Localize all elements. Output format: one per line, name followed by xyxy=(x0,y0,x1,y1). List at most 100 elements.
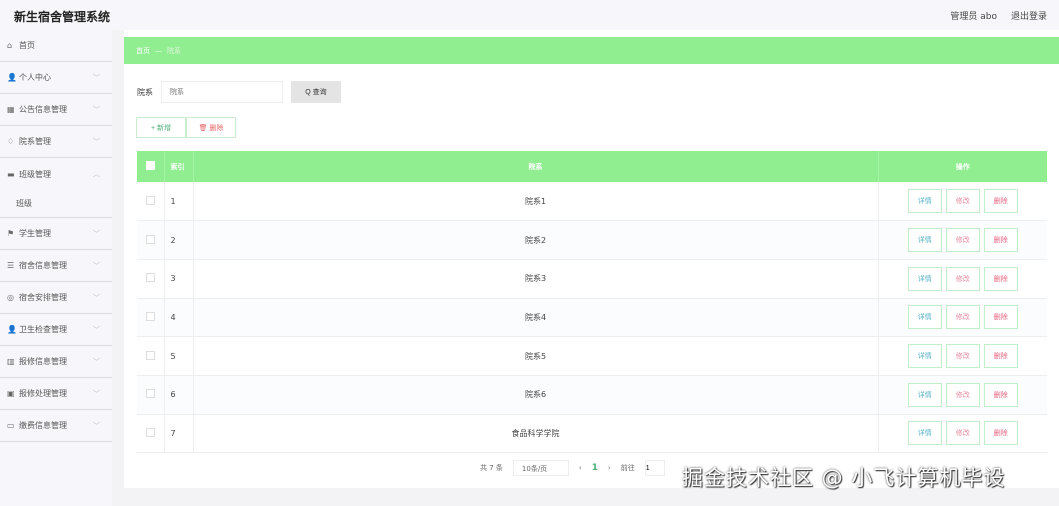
col-index: 索引 xyxy=(164,151,194,182)
add-button[interactable]: + 新增 xyxy=(136,117,186,138)
sidebar-item-label: 个人中心 xyxy=(19,73,51,82)
total-count: 共 7 条 xyxy=(480,464,503,472)
table-row: 3 院系3 详情 修改 删除 xyxy=(137,259,1047,299)
row-checkbox[interactable] xyxy=(145,427,155,437)
page-1[interactable]: 1 xyxy=(592,463,598,473)
table-row: 6 院系6 详情 修改 删除 xyxy=(137,375,1047,415)
delete-button[interactable]: 删除 xyxy=(983,228,1018,253)
department-table: 索引 院系 操作 1 院系1 详情 修改 删除 2 院系2 详情 修改 删除 3 院系3… xyxy=(137,151,1047,454)
table-row: 7 食品科学学院 详情 修改 删除 xyxy=(137,414,1047,454)
row-index: 4 xyxy=(163,298,193,338)
sidebar-item[interactable]: ☰ 宿舍信息管理 ﹀ xyxy=(0,250,112,282)
delete-button[interactable]: 删除 xyxy=(983,344,1018,369)
sidebar-item[interactable]: ◎ 宿舍安排管理 ﹀ xyxy=(0,282,112,314)
delete-button[interactable]: 删除 xyxy=(983,305,1018,330)
delete-button[interactable]: 删除 xyxy=(983,266,1018,291)
main-area: 首页 — 院系 院系 Q 查询 + 新增 🗑 删除 索引 院系 操作 1 院系1… xyxy=(112,30,1059,506)
row-department: 食品科学学院 xyxy=(192,414,878,454)
row-index: 3 xyxy=(163,259,193,299)
query-button[interactable]: Q 查询 xyxy=(291,81,341,103)
detail-button[interactable]: 详情 xyxy=(907,344,942,369)
row-checkbox[interactable] xyxy=(145,234,155,244)
row-checkbox[interactable] xyxy=(145,311,155,321)
row-checkbox[interactable] xyxy=(145,350,155,360)
chevron-down-icon: ﹀ xyxy=(93,73,100,82)
chevron-down-icon: ﹀ xyxy=(93,293,100,302)
breadcrumb: 首页 — 院系 xyxy=(124,37,1059,64)
sidebar-item[interactable]: ▭ 缴费信息管理 ﹀ xyxy=(0,410,112,442)
detail-button[interactable]: 详情 xyxy=(907,266,942,291)
chevron-down-icon: ﹀ xyxy=(93,229,100,238)
detail-button[interactable]: 详情 xyxy=(907,382,942,407)
chevron-down-icon: ﹀ xyxy=(93,261,100,270)
col-department[interactable]: 院系 xyxy=(193,151,879,182)
department-search-input[interactable] xyxy=(161,81,283,103)
chevron-down-icon: ﹀ xyxy=(93,357,100,366)
watermark: 掘金技术社区 @ 小飞计算机毕设 xyxy=(682,466,1006,490)
row-checkbox[interactable] xyxy=(145,273,155,283)
row-department: 院系4 xyxy=(192,298,878,338)
select-all-checkbox[interactable] xyxy=(145,161,155,170)
sidebar-item[interactable]: ▣ 报修处理管理 ﹀ xyxy=(0,378,112,410)
row-department: 院系2 xyxy=(192,220,878,260)
clipboard-icon: ▣ xyxy=(7,389,15,398)
sidebar-item-label: 卫生检查管理 xyxy=(19,325,67,334)
edit-button[interactable]: 修改 xyxy=(945,228,980,253)
chevron-up-icon: ︿ xyxy=(93,170,100,178)
sidebar-item[interactable]: ▥ 报修信息管理 ﹀ xyxy=(0,346,112,378)
edit-button[interactable]: 修改 xyxy=(945,344,980,369)
next-page-button[interactable]: › xyxy=(608,464,611,472)
sidebar-item-label: 首页 xyxy=(19,41,35,50)
sidebar-item[interactable]: ⚑ 学生管理 ﹀ xyxy=(0,218,112,250)
sidebar-item[interactable]: ▬ 班级管理 ︿ xyxy=(0,158,112,190)
chevron-down-icon: ﹀ xyxy=(93,325,100,334)
row-department: 院系3 xyxy=(192,259,878,299)
prev-page-button[interactable]: ‹ xyxy=(579,464,582,472)
detail-button[interactable]: 详情 xyxy=(907,305,942,330)
sidebar-item-label: 学生管理 xyxy=(19,229,51,238)
breadcrumb-current: 院系 xyxy=(167,46,181,55)
chevron-down-icon: ﹀ xyxy=(93,105,100,114)
breadcrumb-home[interactable]: 首页 xyxy=(136,46,150,56)
row-checkbox[interactable] xyxy=(145,195,155,205)
chevron-down-icon: ﹀ xyxy=(93,137,100,146)
row-index: 1 xyxy=(163,182,193,222)
page-size-select[interactable]: 10条/页 xyxy=(512,460,569,476)
row-checkbox[interactable] xyxy=(145,389,155,399)
edit-button[interactable]: 修改 xyxy=(945,421,980,446)
row-index: 2 xyxy=(163,220,193,260)
sidebar-item[interactable]: ▦ 公告信息管理 ﹀ xyxy=(0,94,112,126)
edit-button[interactable]: 修改 xyxy=(945,189,980,214)
detail-button[interactable]: 详情 xyxy=(907,189,942,214)
batch-delete-button[interactable]: 🗑 删除 xyxy=(186,117,236,138)
delete-button[interactable]: 删除 xyxy=(983,382,1018,407)
table-row: 1 院系1 详情 修改 删除 xyxy=(137,182,1047,222)
sidebar-item[interactable]: ⌂ 首页 xyxy=(0,30,112,62)
edit-button[interactable]: 修改 xyxy=(945,266,980,291)
dial-icon: ◎ xyxy=(7,293,14,302)
sidebar-subitem[interactable]: 班级 xyxy=(0,190,112,218)
edit-button[interactable]: 修改 xyxy=(945,305,980,330)
logout-link[interactable]: 退出登录 xyxy=(1011,9,1047,22)
pagination: 共 7 条 10条/页 ‹ 1 › 前往 xyxy=(480,460,665,476)
col-actions: 操作 xyxy=(878,151,1047,182)
edit-button[interactable]: 修改 xyxy=(945,382,980,407)
top-bar: 新生宿舍管理系统 管理员 abo 退出登录 xyxy=(0,0,1059,30)
delete-button[interactable]: 删除 xyxy=(983,421,1018,446)
sidebar-item[interactable]: ♢ 院系管理 ﹀ xyxy=(0,126,112,158)
sidebar-item[interactable]: 👤 个人中心 ﹀ xyxy=(0,62,112,94)
goto-page-input[interactable] xyxy=(644,460,665,476)
user-icon: 👤 xyxy=(7,325,17,334)
delete-button[interactable]: 删除 xyxy=(983,189,1018,214)
detail-button[interactable]: 详情 xyxy=(907,421,942,446)
sidebar-item-label: 院系管理 xyxy=(19,137,51,146)
sidebar-item[interactable]: 👤 卫生检查管理 ﹀ xyxy=(0,314,112,346)
sidebar-item-label: 宿舍安排管理 xyxy=(19,293,67,302)
row-index: 5 xyxy=(163,336,193,376)
user-icon: 👤 xyxy=(7,73,17,82)
chevron-down-icon: ﹀ xyxy=(93,389,100,398)
row-index: 7 xyxy=(163,414,193,454)
row-department: 院系1 xyxy=(192,182,878,222)
detail-button[interactable]: 详情 xyxy=(907,228,942,253)
search-label: 院系 xyxy=(137,87,153,97)
